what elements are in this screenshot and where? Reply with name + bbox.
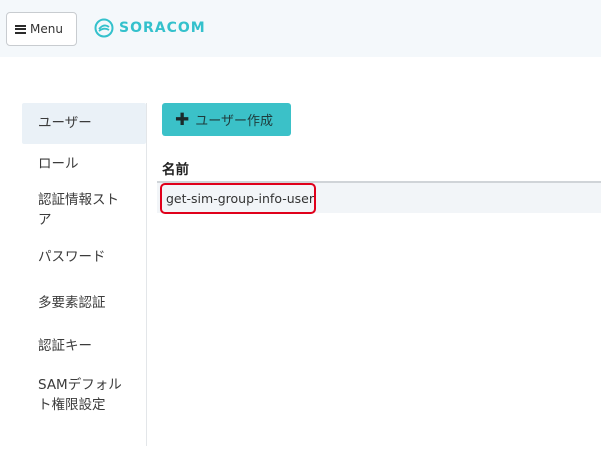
- sidebar-item-mfa[interactable]: 多要素認証: [22, 293, 146, 313]
- sidebar-item-label: 認証情報スト: [38, 192, 119, 208]
- create-user-button-label: ユーザー作成: [195, 114, 273, 129]
- sidebar-item-users[interactable]: ユーザー: [22, 103, 146, 144]
- brand-name: SORACOM: [119, 20, 206, 36]
- user-name: get-sim-group-info-user: [166, 191, 314, 206]
- sidebar-item-label: ロール: [38, 156, 79, 172]
- sidebar-item-label: 認証キー: [38, 338, 92, 354]
- sidebar-item-auth-keys[interactable]: 認証キー: [22, 336, 146, 356]
- sidebar-item-label: SAMデフォル: [38, 377, 122, 393]
- top-bar: Menu SORACOM: [0, 0, 601, 57]
- menu-label: Menu: [30, 22, 63, 36]
- column-header-name: 名前: [162, 162, 189, 178]
- sidebar-item-roles[interactable]: ロール: [22, 154, 146, 174]
- sidebar-item-label: ユーザー: [38, 115, 92, 131]
- plus-icon: ✚: [175, 109, 190, 130]
- sidebar-item-label: ア: [38, 212, 52, 228]
- sidebar-item-label: 多要素認証: [38, 295, 106, 311]
- sidebar-item-password[interactable]: パスワード: [22, 247, 146, 267]
- sidebar-item-sam-default-permissions[interactable]: SAMデフォル ト権限設定: [22, 375, 146, 415]
- sidebar-item-credentials-store[interactable]: 認証情報スト ア: [22, 190, 146, 230]
- sidebar: ユーザー ロール 認証情報スト ア パスワード 多要素認証 認証キー SAMデフ…: [22, 103, 147, 446]
- menu-button[interactable]: Menu: [6, 12, 77, 46]
- sidebar-item-label: ト権限設定: [38, 397, 106, 413]
- sidebar-item-label: パスワード: [38, 249, 106, 265]
- user-name-link[interactable]: get-sim-group-info-user: [160, 183, 316, 214]
- brand-logo[interactable]: SORACOM: [94, 17, 206, 39]
- create-user-button[interactable]: ✚ ユーザー作成: [162, 103, 291, 136]
- soracom-logo-icon: [94, 18, 114, 38]
- hamburger-icon: [15, 24, 26, 34]
